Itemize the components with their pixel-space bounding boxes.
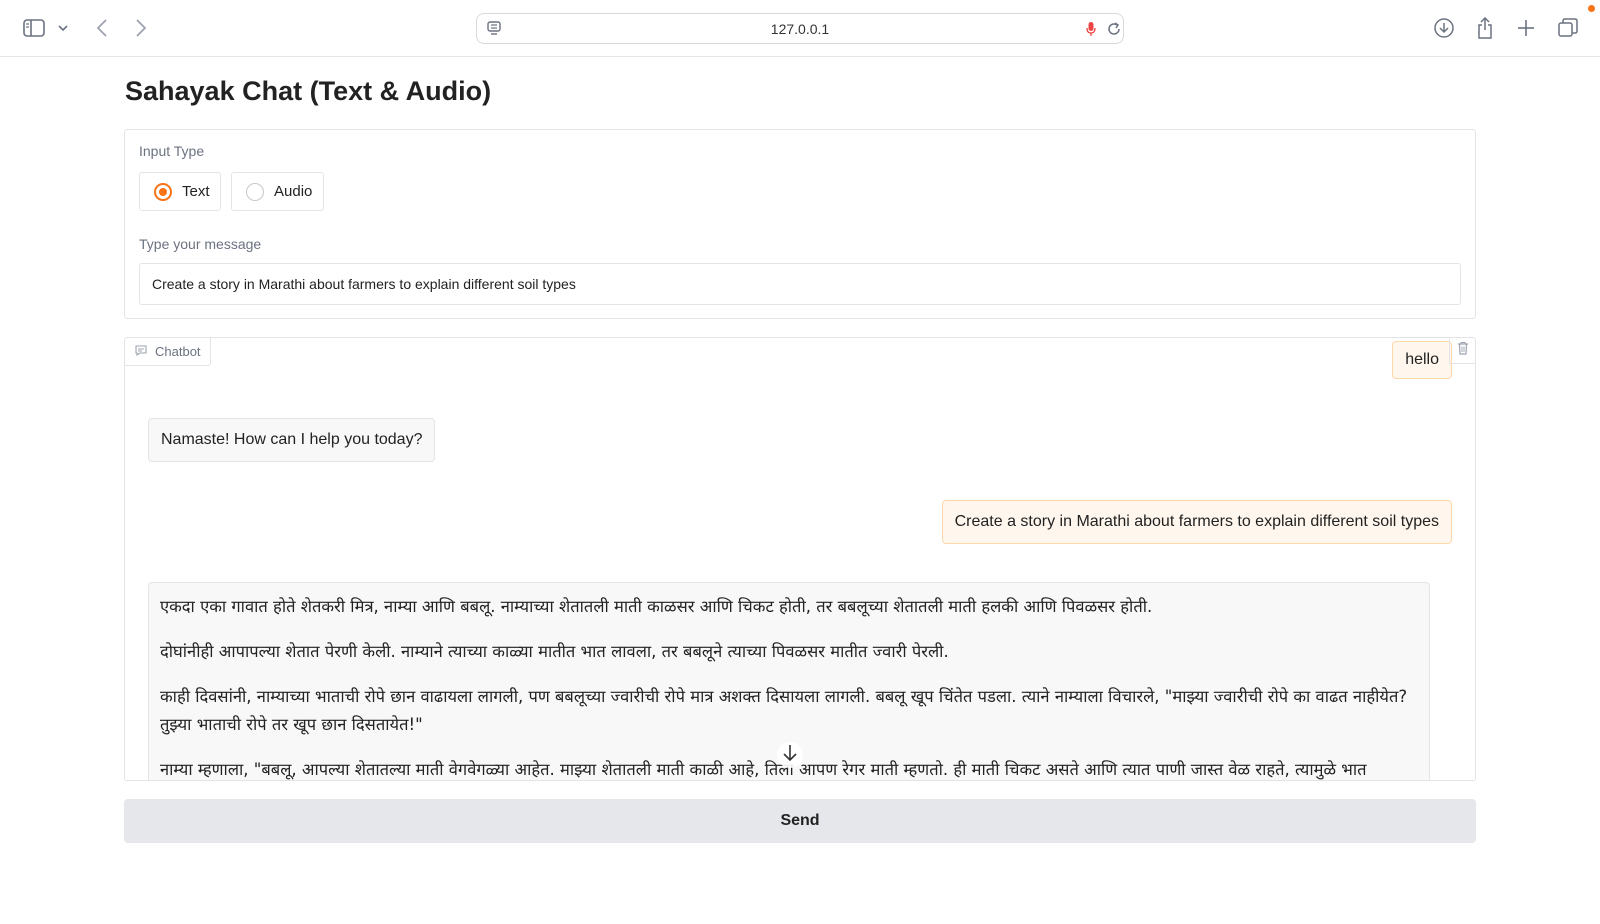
send-button[interactable]: Send	[124, 799, 1476, 843]
share-icon[interactable]	[1475, 16, 1495, 40]
url-text: 127.0.0.1	[770, 21, 830, 37]
chevron-down-icon[interactable]	[56, 20, 70, 36]
page-title: Sahayak Chat (Text & Audio)	[125, 76, 492, 106]
chatbot-label: Chatbot	[155, 344, 201, 359]
user-message: hello	[1392, 341, 1452, 379]
message-label: Type your message	[139, 236, 262, 252]
download-badge	[1588, 5, 1595, 12]
browser-toolbar: 127.0.0.1	[0, 0, 1600, 57]
back-icon[interactable]	[92, 16, 112, 40]
radio-audio[interactable]: Audio	[231, 172, 324, 211]
trash-icon[interactable]	[1457, 341, 1469, 360]
forward-icon[interactable]	[131, 16, 151, 40]
radio-text[interactable]: Text	[139, 172, 221, 211]
address-bar[interactable]: 127.0.0.1	[476, 13, 1124, 44]
chatbot-label-tab: Chatbot	[125, 338, 211, 366]
arrow-down-icon[interactable]	[783, 744, 797, 767]
clear-chat-button[interactable]	[1449, 338, 1475, 364]
reload-icon[interactable]	[1105, 20, 1123, 38]
sidebar-toggle-icon[interactable]	[22, 17, 46, 39]
new-tab-icon[interactable]	[1515, 17, 1537, 39]
radio-unchecked-icon[interactable]	[246, 182, 264, 201]
scroll-to-bottom-button[interactable]	[777, 742, 803, 768]
message-input[interactable]: Create a story in Marathi about farmers …	[139, 263, 1461, 305]
radio-audio-label: Audio	[274, 183, 313, 200]
message-text: Namaste! How can I help you today?	[161, 431, 423, 448]
chat-icon	[135, 344, 147, 359]
microphone-icon[interactable]	[1083, 20, 1099, 38]
input-type-label: Input Type	[139, 143, 205, 159]
radio-text-label: Text	[182, 183, 210, 200]
story-paragraph: दोघांनीही आपापल्या शेतात पेरणी केली. नाम…	[160, 642, 949, 661]
radio-checked-icon[interactable]	[154, 182, 172, 201]
tab-overview-icon[interactable]	[1557, 17, 1579, 39]
chatbot-panel: Chatbot hello Namaste! How can I help yo…	[124, 337, 1476, 781]
message-text: hello	[1405, 351, 1439, 368]
message-text: Create a story in Marathi about farmers …	[954, 513, 1439, 530]
story-paragraph: एकदा एका गावात होते शेतकरी मित्र, नाम्या…	[160, 597, 1153, 616]
story-paragraph: काही दिवसांनी, नाम्याच्या भाताची रोपे छा…	[160, 687, 1408, 734]
input-panel: Input Type Text Audio Type your message …	[124, 129, 1476, 319]
bot-message: Namaste! How can I help you today?	[148, 418, 436, 462]
download-icon[interactable]	[1433, 17, 1455, 39]
user-message: Create a story in Marathi about farmers …	[941, 500, 1452, 544]
